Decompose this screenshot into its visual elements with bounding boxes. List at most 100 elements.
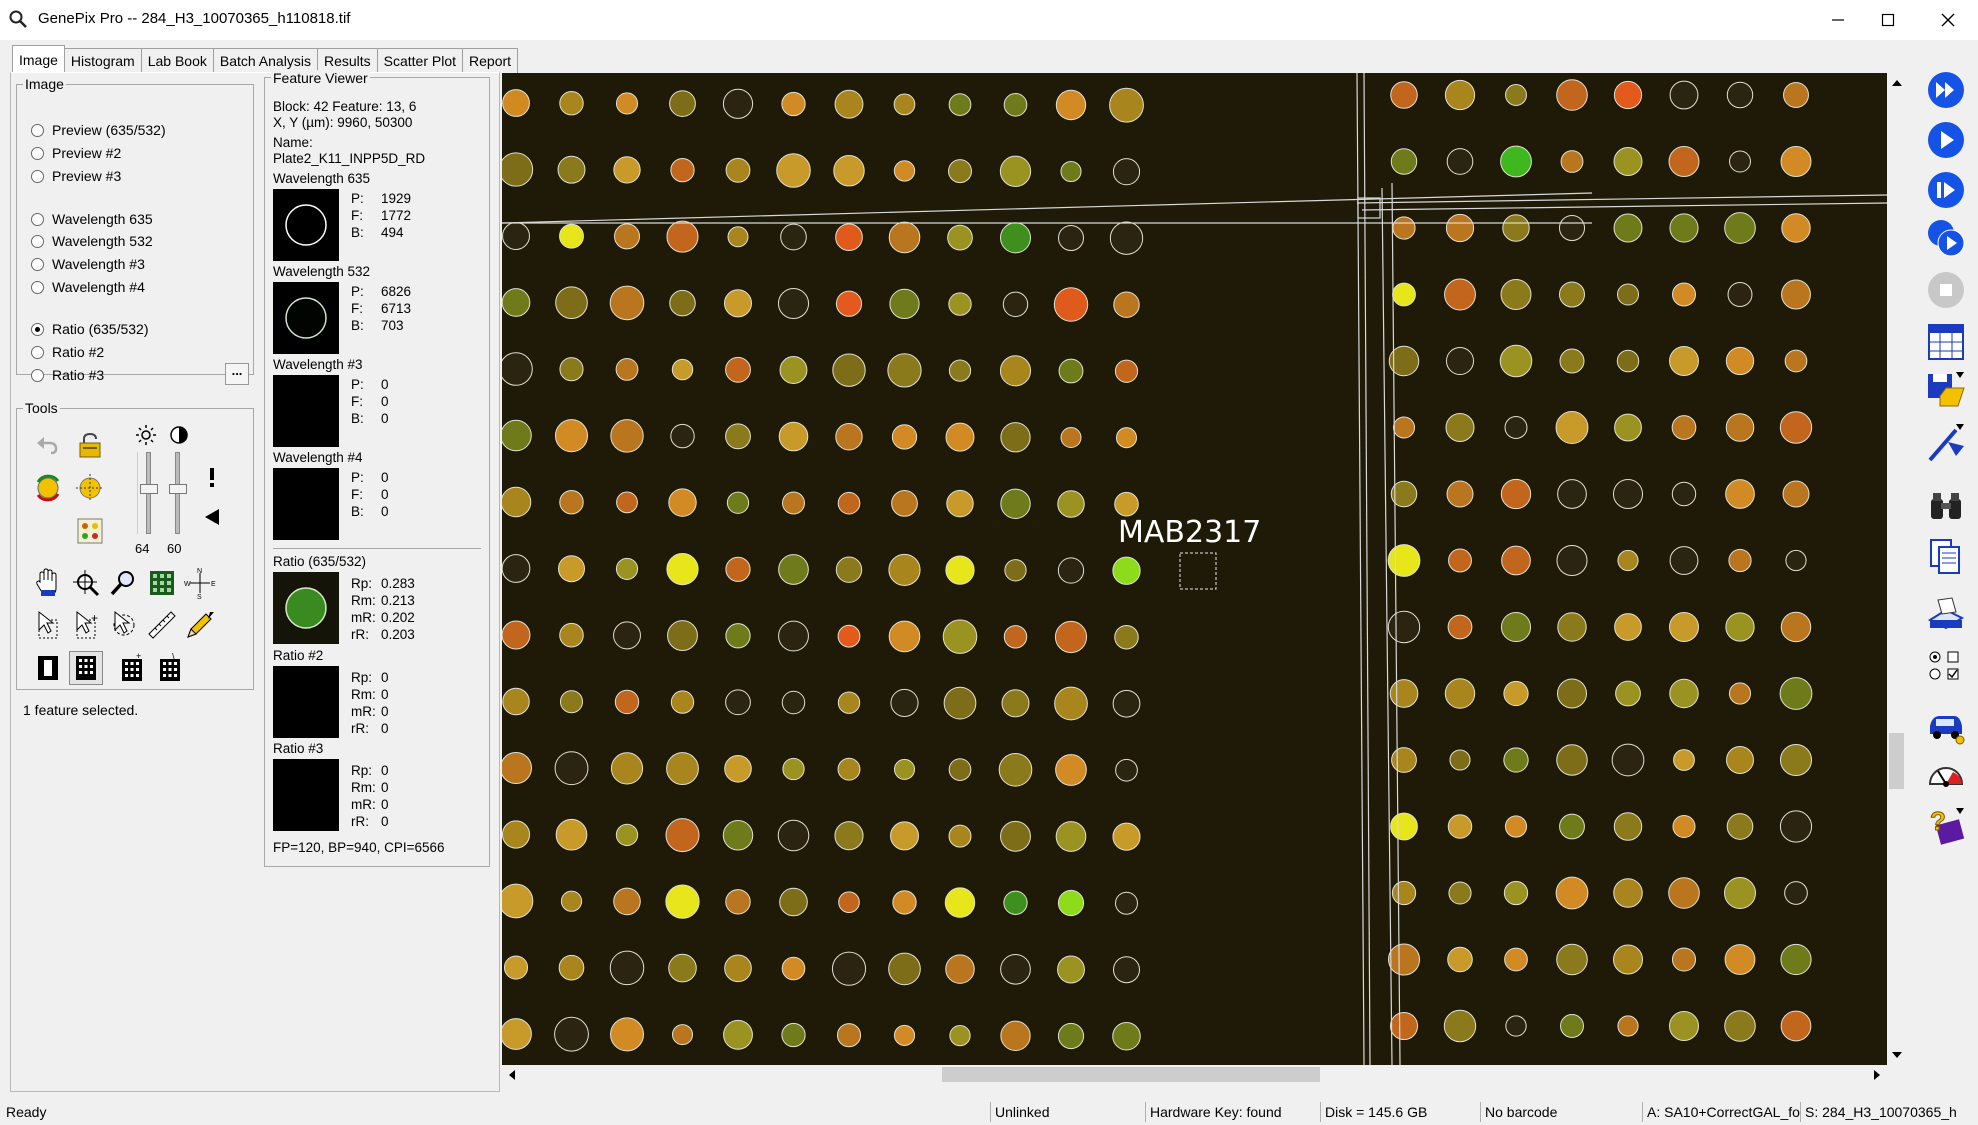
array-spot[interactable] — [893, 93, 916, 116]
array-spot[interactable] — [667, 620, 698, 652]
array-spot[interactable] — [779, 887, 808, 917]
array-spot[interactable] — [1615, 680, 1641, 707]
array-spot[interactable] — [1109, 87, 1144, 123]
array-spot[interactable] — [999, 355, 1032, 387]
close-button[interactable] — [1920, 0, 1976, 40]
array-spot[interactable] — [666, 220, 699, 253]
array-spot[interactable] — [1728, 548, 1752, 573]
feature-grid-edit-button[interactable]: \ — [153, 651, 187, 685]
radio-ratio-635-532[interactable]: Ratio (635/532) — [31, 321, 149, 337]
array-spot[interactable] — [1724, 1010, 1756, 1042]
array-spot[interactable] — [1725, 479, 1755, 509]
array-spot[interactable] — [560, 890, 583, 912]
array-spot[interactable] — [948, 824, 972, 848]
array-spot[interactable] — [1503, 680, 1529, 707]
array-spot[interactable] — [1784, 349, 1808, 373]
array-spot[interactable] — [1613, 812, 1643, 841]
array-spot[interactable] — [1669, 678, 1699, 709]
array-spot[interactable] — [946, 489, 974, 518]
array-spot[interactable] — [1057, 224, 1085, 252]
array-spot[interactable] — [615, 823, 639, 847]
array-spot[interactable] — [1112, 1021, 1141, 1051]
array-spot[interactable] — [726, 491, 750, 514]
radio-ratio-2[interactable]: Ratio #2 — [31, 344, 104, 360]
array-spot[interactable] — [725, 556, 751, 582]
grid-view-button[interactable] — [69, 651, 103, 685]
array-spot[interactable] — [1725, 346, 1755, 376]
add-feature-button[interactable]: + — [69, 608, 103, 642]
feature-palette-button[interactable] — [73, 514, 107, 548]
array-spot[interactable] — [1611, 743, 1645, 777]
array-spot[interactable] — [1671, 947, 1697, 972]
array-spot[interactable] — [1558, 214, 1586, 242]
brightness-slider[interactable] — [137, 452, 158, 534]
array-spot[interactable] — [888, 221, 921, 254]
array-spot[interactable] — [1560, 150, 1584, 173]
array-spot[interactable] — [615, 557, 639, 580]
array-spot[interactable] — [948, 359, 972, 382]
array-spot[interactable] — [835, 556, 863, 583]
array-spot[interactable] — [778, 421, 809, 452]
array-spot[interactable] — [948, 758, 972, 781]
array-spot[interactable] — [890, 688, 919, 717]
array-spot[interactable] — [1001, 689, 1030, 718]
vertical-scrollbar[interactable] — [1887, 73, 1907, 1065]
array-spot[interactable] — [1505, 1015, 1527, 1037]
array-spot[interactable] — [1668, 877, 1700, 909]
array-spot[interactable] — [1556, 744, 1588, 776]
array-spot[interactable] — [942, 619, 978, 654]
more-options-button[interactable]: ... — [225, 363, 249, 385]
array-spot[interactable] — [665, 884, 700, 919]
array-spot[interactable] — [1447, 946, 1473, 973]
move-grid-button[interactable] — [73, 471, 107, 505]
array-spot[interactable] — [502, 687, 530, 716]
array-spot[interactable] — [1729, 150, 1751, 173]
array-spot[interactable] — [1557, 479, 1587, 509]
array-spot[interactable] — [1447, 814, 1473, 839]
array-spot[interactable] — [1728, 682, 1752, 705]
array-spot[interactable] — [502, 486, 532, 518]
array-spot[interactable] — [557, 155, 586, 184]
array-spot[interactable] — [609, 285, 645, 321]
array-spot[interactable] — [1500, 279, 1532, 310]
array-spot[interactable] — [1448, 881, 1472, 905]
array-spot[interactable] — [834, 821, 864, 851]
array-spot[interactable] — [668, 953, 697, 983]
plate-layout-button[interactable] — [1926, 322, 1966, 362]
array-spot[interactable] — [1112, 956, 1141, 984]
array-spot[interactable] — [670, 157, 695, 183]
array-spot[interactable] — [502, 554, 531, 583]
array-spot[interactable] — [1669, 213, 1699, 243]
array-spot[interactable] — [1000, 820, 1031, 852]
array-spot[interactable] — [1557, 612, 1587, 642]
array-spot[interactable] — [1391, 747, 1417, 773]
array-spot[interactable] — [668, 488, 697, 517]
array-spot[interactable] — [1780, 1010, 1812, 1042]
horizontal-scroll-thumb[interactable] — [942, 1067, 1320, 1082]
block-view-button[interactable] — [31, 651, 65, 685]
array-spot[interactable] — [837, 491, 861, 515]
array-spot[interactable] — [1053, 287, 1089, 322]
step-button[interactable] — [1926, 170, 1966, 210]
vertical-scroll-thumb[interactable] — [1889, 733, 1904, 789]
array-spot[interactable] — [1673, 749, 1695, 771]
array-spot[interactable] — [947, 159, 973, 184]
array-spot[interactable] — [1389, 679, 1419, 708]
array-spot[interactable] — [1504, 947, 1528, 972]
array-spot[interactable] — [1002, 291, 1029, 318]
array-spot[interactable] — [781, 690, 806, 715]
array-spot[interactable] — [666, 752, 699, 786]
array-spot[interactable] — [724, 954, 752, 983]
array-spot[interactable] — [1115, 891, 1138, 915]
array-spot[interactable] — [1784, 881, 1808, 905]
flag-tool-button[interactable] — [1926, 422, 1966, 462]
minimize-button[interactable] — [1810, 0, 1866, 40]
array-spot[interactable] — [945, 954, 975, 984]
array-spot[interactable] — [1115, 758, 1138, 782]
array-spot[interactable] — [837, 624, 861, 648]
array-spot[interactable] — [1781, 213, 1811, 243]
array-spot[interactable] — [1725, 612, 1755, 642]
find-button[interactable] — [1926, 486, 1966, 526]
array-spot[interactable] — [502, 222, 530, 250]
array-spot[interactable] — [1114, 491, 1139, 517]
